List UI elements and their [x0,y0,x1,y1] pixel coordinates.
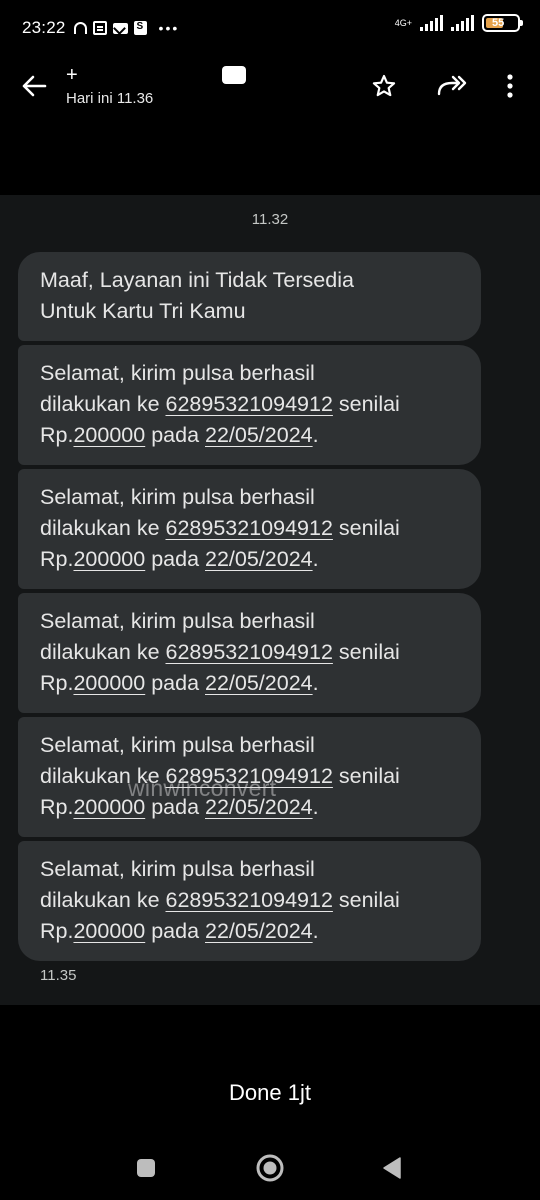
date-link[interactable]: 22/05/2024 [205,671,313,695]
message-line: Rp.200000 pada 22/05/2024. [40,544,459,575]
conversation-area[interactable]: 11.32 Maaf, Layanan ini Tidak Tersedia U… [0,195,540,1005]
star-icon [372,74,396,97]
forward-icon [437,75,467,96]
message-line: dilakukan ke 62895321094912 senilai [40,389,459,420]
star-button[interactable] [364,66,404,106]
date-link[interactable]: 22/05/2024 [205,919,313,943]
nav-back-button[interactable] [372,1152,412,1184]
text-segment: pada [145,919,205,943]
date-link[interactable]: 22/05/2024 [205,547,313,571]
text-segment: Rp. [40,547,74,571]
text-segment: dilakukan ke [40,640,166,664]
watermark: winwinconvert [128,775,277,801]
mail-icon [112,22,128,34]
text-segment: . [312,795,319,819]
text-segment: Rp. [40,795,74,819]
battery-icon: 55 [482,14,523,32]
navigation-bar [0,1140,540,1200]
status-bar: 23:22 ••• 4G+ 55 [0,0,540,56]
phone-link[interactable]: 62895321094912 [166,888,333,912]
message-line: Rp.200000 pada 22/05/2024. [40,420,459,451]
text-segment: dilakukan ke [40,516,166,540]
text-segment: . [312,671,319,695]
text-segment: . [312,547,319,571]
message-line: Selamat, kirim pulsa berhasil [40,609,315,633]
signal-icon [420,15,443,31]
text-segment: . [312,423,319,447]
message-bubble[interactable]: Selamat, kirim pulsa berhasil dilakukan … [18,841,481,961]
status-time: 23:22 [22,18,66,37]
more-vert-icon [507,74,513,98]
message-timestamp: 11.35 [40,967,77,984]
headset-icon [73,22,87,34]
message-line: dilakukan ke 62895321094912 senilai [40,513,459,544]
message-line: Rp.200000 pada 22/05/2024. [40,668,459,699]
more-options-button[interactable] [490,66,530,106]
contact-name[interactable]: + [66,64,78,87]
home-circle-icon [256,1154,284,1182]
signal-icon-2 [451,15,474,31]
back-arrow-icon [22,75,47,97]
text-segment: senilai [332,764,400,788]
message-bubble[interactable]: Selamat, kirim pulsa berhasil dilakukan … [18,469,481,589]
amount-link[interactable]: 200000 [73,919,145,943]
news-icon [92,21,107,35]
message-line: Selamat, kirim pulsa berhasil [40,733,315,757]
message-line: Selamat, kirim pulsa berhasil [40,857,315,881]
shop-icon [133,21,147,35]
status-right: 4G+ 55 [394,14,523,32]
message-line: dilakukan ke 62895321094912 senilai [40,885,459,916]
forward-button[interactable] [432,66,472,106]
message-line: Maaf, Layanan ini Tidak Tersedia [40,268,354,292]
notification-icons: ••• [73,20,180,36]
time-separator: 11.32 [251,211,289,228]
phone-link[interactable]: 62895321094912 [166,392,333,416]
phone-link[interactable]: 62895321094912 [166,516,333,540]
last-seen-subtitle: Hari ini 11.36 [66,90,154,107]
message-line: Selamat, kirim pulsa berhasil [40,485,315,509]
recents-square-icon [137,1159,155,1177]
more-notifications-icon: ••• [158,20,180,36]
back-triangle-icon [383,1157,401,1179]
message-bubble[interactable]: Maaf, Layanan ini Tidak Tersedia Untuk K… [18,252,481,341]
message-line: dilakukan ke 62895321094912 senilai [40,637,459,668]
text-segment: senilai [332,392,400,416]
text-segment: Rp. [40,671,74,695]
recents-button[interactable] [126,1152,166,1184]
back-button[interactable] [14,66,54,106]
text-segment: Rp. [40,423,74,447]
text-segment: pada [145,547,205,571]
text-segment: senilai [332,888,400,912]
text-segment: . [312,919,319,943]
message-line: Untuk Kartu Tri Kamu [40,299,246,323]
text-segment: pada [145,671,205,695]
message-bubble[interactable]: Selamat, kirim pulsa berhasil dilakukan … [18,345,481,465]
amount-link[interactable]: 200000 [73,547,145,571]
text-segment: senilai [332,516,400,540]
caption-text: Done 1jt [229,1080,311,1105]
app-header: + Hari ini 11.36 [0,56,540,124]
text-segment: Rp. [40,919,74,943]
message-line: Rp.200000 pada 22/05/2024. [40,916,459,947]
date-link[interactable]: 22/05/2024 [205,423,313,447]
amount-link[interactable]: 200000 [73,671,145,695]
message-line: Selamat, kirim pulsa berhasil [40,361,315,385]
home-button[interactable] [250,1152,290,1184]
text-segment: pada [145,423,205,447]
text-segment: dilakukan ke [40,888,166,912]
text-segment: dilakukan ke [40,392,166,416]
amount-link[interactable]: 200000 [73,423,145,447]
phone-link[interactable]: 62895321094912 [166,640,333,664]
text-segment: senilai [332,640,400,664]
message-bubble[interactable]: Selamat, kirim pulsa berhasil dilakukan … [18,593,481,713]
battery-level: 55 [492,17,505,29]
network-type: 4G+ [394,17,412,28]
contact-name-redaction [222,66,246,84]
